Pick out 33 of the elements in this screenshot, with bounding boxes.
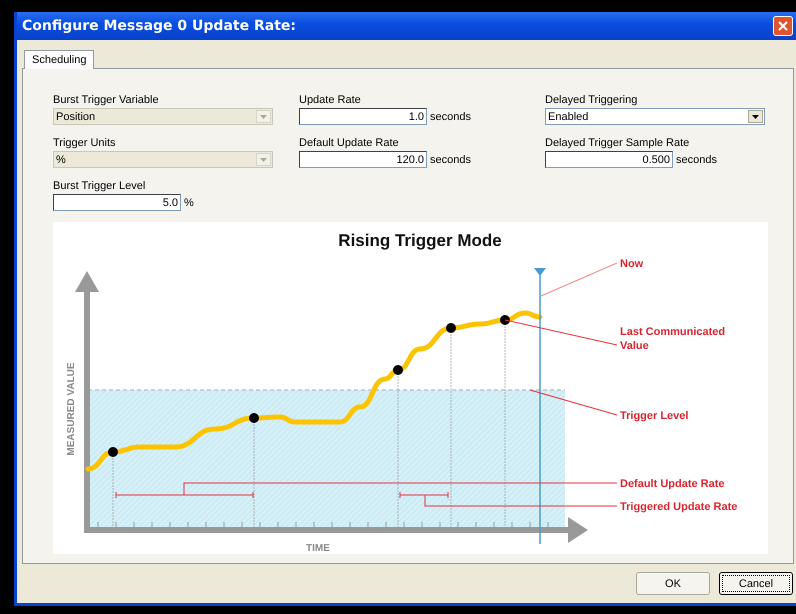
- dialog-button[interactable]: Cancel: [719, 572, 793, 595]
- field-label: Burst Trigger Level: [53, 180, 146, 194]
- dropdown[interactable]: Enabled: [545, 108, 765, 125]
- callout-label: Trigger Level: [620, 410, 688, 422]
- caret-icon: [752, 114, 759, 118]
- field-label: Default Update Rate: [299, 137, 400, 151]
- unit-label: %: [184, 196, 194, 208]
- number-field[interactable]: 0.500: [545, 151, 673, 168]
- dialog-button[interactable]: OK: [636, 572, 710, 595]
- caret-icon: [260, 158, 267, 162]
- field-label: Delayed Triggering: [545, 94, 638, 108]
- callout-label: Triggered Update Rate: [620, 501, 738, 513]
- field-label: Burst Trigger Variable: [53, 94, 160, 108]
- callout-label: Last Communicated Value: [620, 326, 726, 352]
- close-icon: [778, 21, 788, 31]
- number-field[interactable]: 5.0: [53, 194, 181, 211]
- diagram-title: Rising Trigger Mode: [338, 231, 502, 250]
- unit-label: seconds: [430, 110, 471, 122]
- callout-label: Default Update Rate: [620, 478, 725, 490]
- number-field[interactable]: 1.0: [299, 108, 427, 125]
- unit-label: seconds: [676, 154, 717, 166]
- field-label: Update Rate: [299, 94, 362, 108]
- window-title: Configure Message 0 Update Rate:: [22, 18, 296, 34]
- tab[interactable]: Scheduling: [24, 50, 94, 69]
- field-label: Delayed Trigger Sample Rate: [545, 137, 690, 151]
- field-label: Trigger Units: [53, 137, 117, 151]
- close-button[interactable]: [773, 16, 793, 36]
- number-field[interactable]: 120.0: [299, 151, 427, 168]
- y-axis-label: MEASURED VALUE: [66, 362, 77, 456]
- callout-label: Now: [620, 258, 644, 270]
- caret-icon: [260, 114, 267, 118]
- x-axis-label: TIME: [306, 543, 330, 554]
- unit-label: seconds: [430, 154, 471, 166]
